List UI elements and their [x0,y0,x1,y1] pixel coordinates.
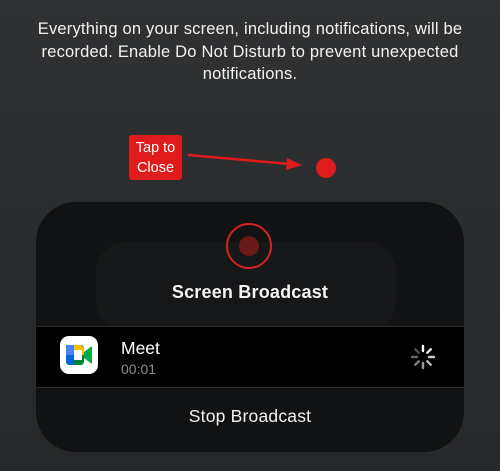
app-list-item-meet[interactable]: Meet 00:01 [36,326,464,388]
app-name: Meet [121,338,160,358]
elapsed-time: 00:01 [121,361,157,377]
screen-broadcast-sheet: Screen Broadcast Meet 00:01 Stop Broadca… [36,202,464,452]
record-icon-inner [239,236,259,256]
recording-notice: Everything on your screen, including not… [37,20,463,83]
tap-to-close-callout: Tap to Close [129,135,182,180]
record-icon[interactable] [226,223,272,269]
close-target-dot [316,158,336,178]
stop-broadcast-button[interactable]: Stop Broadcast [36,406,464,427]
google-meet-icon [60,336,98,374]
loading-spinner-icon [410,344,436,370]
sheet-title: Screen Broadcast [171,282,329,302]
